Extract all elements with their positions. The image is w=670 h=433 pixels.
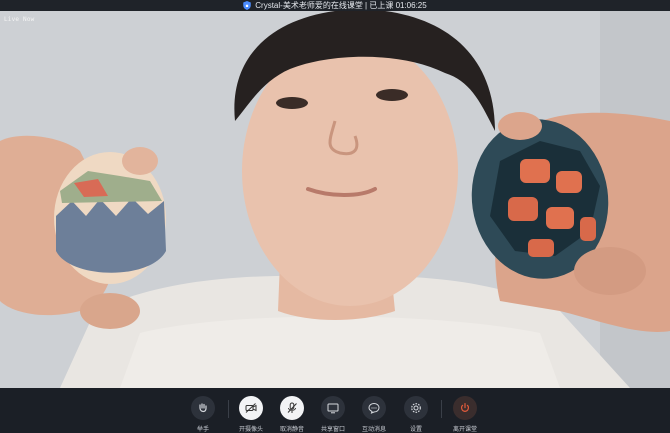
window-title: Crystal-美术老师爱的在线课堂 | 已上课 01:06:25 [255, 1, 427, 10]
shield-icon [243, 1, 252, 10]
video-frame [0, 11, 670, 388]
toolbar-divider [228, 400, 229, 418]
live-label: Live Now [4, 16, 35, 23]
main-video: Live Now [0, 11, 670, 388]
camera-toggle-label: 开摄像头 [238, 427, 263, 433]
share-window-button[interactable]: 共享窗口 [313, 396, 353, 433]
leave-class-label: 离开课堂 [452, 427, 477, 433]
window-title-group: Crystal-美术老师爱的在线课堂 | 已上课 01:06:25 [243, 0, 427, 11]
unmute-label: 取消静音 [279, 427, 304, 433]
settings-label: 设置 [409, 427, 422, 433]
share-window-label: 共享窗口 [320, 427, 345, 433]
power-icon [461, 403, 469, 413]
raise-hand-label: 举手 [196, 427, 209, 433]
leave-class-button[interactable]: 离开课堂 [445, 396, 485, 433]
unmute-button[interactable]: 取消静音 [272, 396, 312, 433]
gear-icon [411, 403, 421, 413]
chat-button[interactable]: 互动消息 [354, 396, 394, 433]
chat-icon [368, 402, 380, 414]
classroom-app: Crystal-美术老师爱的在线课堂 | 已上课 01:06:25 Live N… [0, 0, 670, 433]
camera-toggle-button[interactable]: 开摄像头 [231, 396, 271, 433]
camera-off-icon [245, 403, 257, 413]
raise-hand-button[interactable]: 举手 [183, 396, 223, 433]
toolbar-divider [441, 400, 442, 418]
settings-button[interactable]: 设置 [396, 396, 436, 433]
mic-off-icon [287, 402, 297, 413]
title-bar: Crystal-美术老师爱的在线课堂 | 已上课 01:06:25 [0, 0, 670, 11]
share-screen-icon [327, 403, 339, 414]
raise-hand-icon [199, 403, 207, 413]
bottom-toolbar: 举手 开摄像头 取消静音 共享窗口 互动消息 设置 离开课堂 [0, 388, 670, 433]
chat-label: 互动消息 [361, 427, 386, 433]
